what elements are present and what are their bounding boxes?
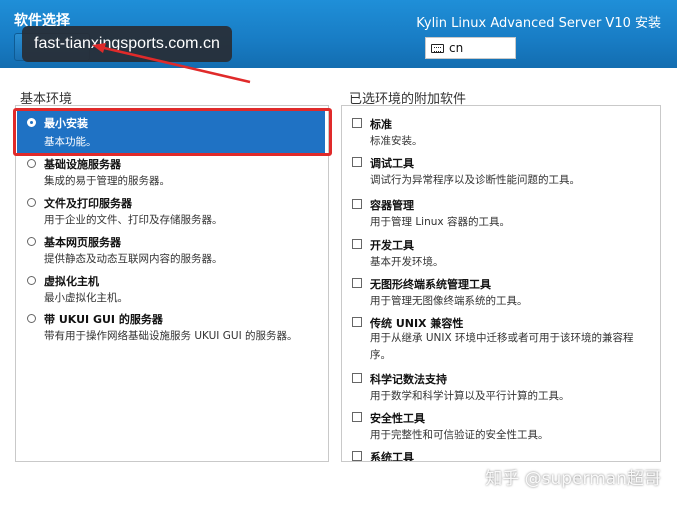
zhihu-watermark: 知乎 @superman超哥 bbox=[485, 469, 661, 489]
red-arrow-annotation bbox=[92, 43, 251, 84]
